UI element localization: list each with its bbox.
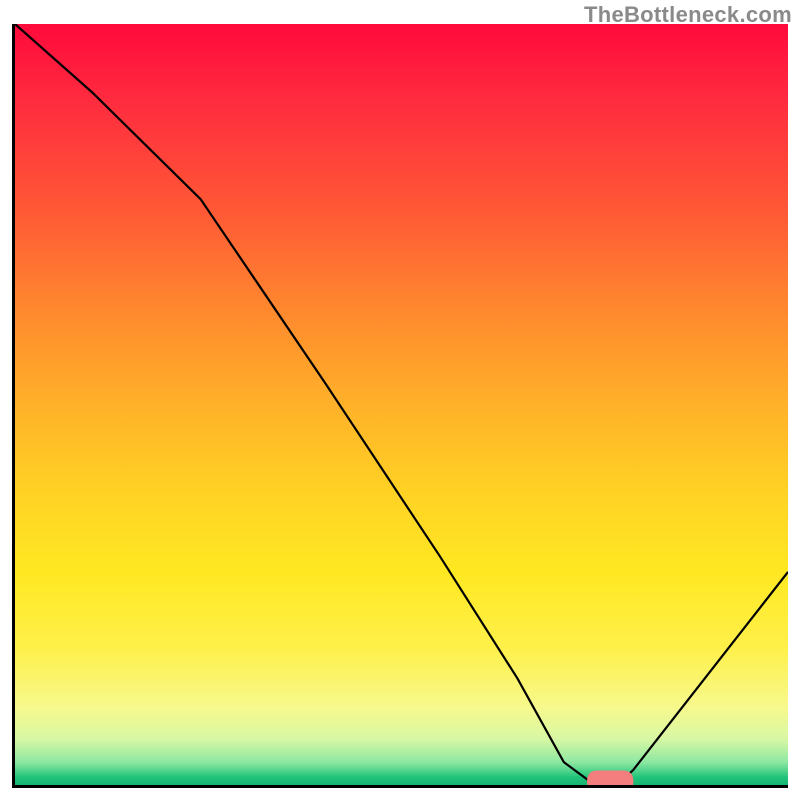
- chart-container: TheBottleneck.com: [0, 0, 800, 800]
- plot-area: [12, 24, 788, 788]
- watermark-text: TheBottleneck.com: [584, 2, 792, 28]
- curve-layer: [15, 24, 788, 785]
- optimal-marker: [587, 771, 633, 785]
- bottleneck-curve: [15, 24, 788, 785]
